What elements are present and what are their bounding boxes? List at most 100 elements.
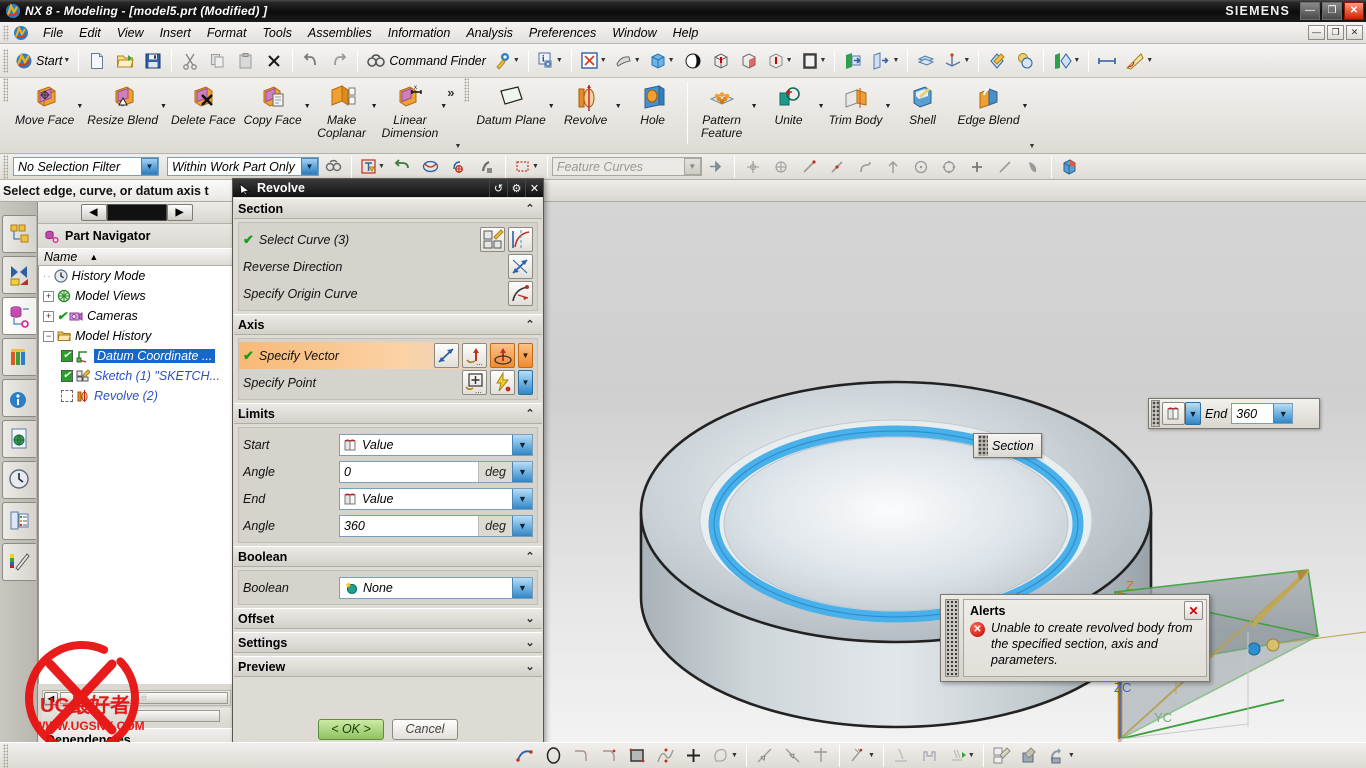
vector-constructor-icon[interactable] xyxy=(490,343,515,368)
chevron-down-icon[interactable]: ⌄ xyxy=(522,660,538,673)
chevron-down-icon[interactable]: ▼ xyxy=(512,577,532,598)
tree-column-header[interactable]: Name ▲ xyxy=(38,248,235,266)
expander-minus-icon[interactable]: − xyxy=(43,330,54,342)
nav-prev-button[interactable]: ◀ xyxy=(80,204,107,221)
chevron-down-icon-2[interactable]: ▼ xyxy=(513,57,520,64)
cancel-button[interactable]: Cancel xyxy=(392,718,458,740)
point-button[interactable] xyxy=(680,743,706,768)
chevron-down-icon[interactable]: ▼ xyxy=(968,752,975,759)
sidebar-item-web-browser[interactable] xyxy=(2,420,36,458)
chevron-down-icon-11[interactable]: ▼ xyxy=(1073,57,1080,64)
ribbon-resize-blend[interactable]: Resize Blend xyxy=(83,81,162,127)
chevron-down-icon[interactable]: ▼ xyxy=(512,488,532,509)
tree-item-revolve[interactable]: Revolve (2) xyxy=(39,386,235,406)
group-header-preview[interactable]: Preview ⌄ xyxy=(234,656,542,677)
vector-dropdown-icon[interactable]: ▼ xyxy=(518,343,533,368)
chevron-up-icon[interactable]: ⌃ xyxy=(522,202,538,215)
pattern-feature-dropdown[interactable]: ▼ xyxy=(751,103,758,110)
trim-body-dropdown[interactable]: ▼ xyxy=(885,103,892,110)
alerts-close-button[interactable]: ✕ xyxy=(1184,601,1203,620)
spinner-down-icon[interactable]: ▼ xyxy=(512,461,532,482)
rectangle-button[interactable] xyxy=(624,743,650,768)
expander-plus-icon[interactable]: + xyxy=(43,310,54,322)
group-header-boolean[interactable]: Boolean ⌃ xyxy=(234,546,542,567)
nav-next-button[interactable]: ▶ xyxy=(166,204,193,221)
cut-button[interactable] xyxy=(177,48,203,74)
sketch-style-button[interactable] xyxy=(989,743,1015,768)
unite-dropdown[interactable]: ▼ xyxy=(818,103,825,110)
constraints-button[interactable]: ▼ xyxy=(845,743,878,768)
ribbon-expand-icon-2[interactable]: ▼ xyxy=(1028,143,1035,150)
tree-item-cameras[interactable]: + ✔ Cameras xyxy=(39,306,235,326)
feature-checkbox[interactable]: ✔ xyxy=(61,350,73,362)
command-finder-button[interactable]: Command Finder xyxy=(363,48,489,74)
menu-view[interactable]: View xyxy=(109,24,152,42)
scroll-left-button[interactable]: ◀ xyxy=(44,691,58,705)
ribbon-make-coplanar[interactable]: Make Coplanar xyxy=(311,81,373,140)
wireframe-button[interactable] xyxy=(708,48,734,74)
profile-button[interactable] xyxy=(512,743,538,768)
open-file-button[interactable] xyxy=(112,48,138,74)
sort-ascending-icon[interactable]: ▲ xyxy=(89,252,98,262)
chevron-up-icon[interactable]: ⌃ xyxy=(522,407,538,420)
circle-button[interactable] xyxy=(540,743,566,768)
chevron-down-icon-3[interactable]: ▼ xyxy=(556,57,563,64)
chevron-down-icon[interactable]: ▼ xyxy=(301,158,318,175)
move-face-dropdown[interactable]: ▼ xyxy=(76,103,83,110)
tree-horizontal-scrollbar[interactable]: ◀ ⦙⦙⦙ xyxy=(42,690,231,706)
point-dropdown-icon[interactable]: ▼ xyxy=(518,370,533,395)
chevron-down-icon[interactable]: ▼ xyxy=(512,434,532,455)
true-shading-button[interactable]: ▼ xyxy=(1049,48,1083,74)
chevron-down-icon-5[interactable]: ▼ xyxy=(634,57,641,64)
chevron-down-icon-7[interactable]: ▼ xyxy=(786,57,793,64)
start-type-combo[interactable]: Value ▼ xyxy=(339,433,533,456)
ribbon-delete-face[interactable]: Delete Face xyxy=(167,81,240,127)
part-navigator-tree[interactable]: ·· History Mode + Model Views + ✔ Camera… xyxy=(38,266,235,684)
offset-curve-button[interactable]: ▼ xyxy=(708,743,741,768)
ribbon-linear-dimension[interactable]: x Linear Dimension xyxy=(378,81,443,140)
menu-edit[interactable]: Edit xyxy=(71,24,109,42)
minimize-button[interactable]: — xyxy=(1300,2,1320,20)
scroll-thumb-2[interactable] xyxy=(132,710,220,722)
feature-checkbox[interactable]: ✔ xyxy=(61,370,73,382)
menu-format[interactable]: Format xyxy=(199,24,255,42)
chevron-down-icon[interactable]: ▼ xyxy=(1068,752,1075,759)
background-button[interactable]: ▼ xyxy=(798,48,830,74)
reverse-direction-row[interactable]: Reverse Direction xyxy=(243,253,533,280)
close-button[interactable]: ✕ xyxy=(1344,2,1364,20)
sidebar-item-assembly-navigator[interactable] xyxy=(2,215,36,253)
snap-point-on-curve-button[interactable] xyxy=(964,154,990,180)
shaded-button[interactable] xyxy=(680,48,706,74)
end-angle-row[interactable]: Angle 360 deg ▼ xyxy=(243,512,533,539)
new-file-button[interactable] xyxy=(84,48,110,74)
dialog-close-button[interactable]: ✕ xyxy=(525,179,543,197)
quick-extend-button[interactable] xyxy=(780,743,806,768)
chevron-down-icon[interactable]: ▼ xyxy=(63,57,70,64)
mdi-minimize-button[interactable]: — xyxy=(1308,25,1325,40)
chevron-down-icon[interactable]: ▼ xyxy=(868,752,875,759)
resize-blend-dropdown[interactable]: ▼ xyxy=(160,103,167,110)
perpendicular-button[interactable] xyxy=(889,743,915,768)
animate-dimension-button[interactable]: ▼ xyxy=(945,743,978,768)
specify-origin-curve-row[interactable]: Specify Origin Curve xyxy=(243,280,533,307)
copy-button[interactable] xyxy=(205,48,231,74)
apply-curve-rule-button[interactable] xyxy=(703,154,729,180)
select-curve-row[interactable]: ✔ Select Curve (3) xyxy=(243,226,533,253)
display-sketch-button[interactable] xyxy=(1017,743,1043,768)
origin-curve-icon[interactable] xyxy=(508,281,533,306)
chevron-up-icon[interactable]: ⌃ xyxy=(522,318,538,331)
finish-sketch-button[interactable]: ▼ xyxy=(1045,743,1078,768)
sidebar-item-hd3d-tools[interactable] xyxy=(2,379,36,417)
inferred-point-icon[interactable] xyxy=(490,370,515,395)
selection-grip[interactable] xyxy=(3,154,8,179)
studio-spline-button[interactable] xyxy=(652,743,678,768)
start-type-row[interactable]: Start Value ▼ xyxy=(243,431,533,458)
quick-trim-button[interactable] xyxy=(752,743,778,768)
selection-filter-combo[interactable]: No Selection Filter ▼ xyxy=(13,157,159,176)
snap-arc-center-button[interactable] xyxy=(908,154,934,180)
end-type-combo[interactable]: Value ▼ xyxy=(339,487,533,510)
spinner-down-icon[interactable]: ▼ xyxy=(1273,404,1293,423)
snap-center-button[interactable] xyxy=(768,154,794,180)
save-button[interactable] xyxy=(140,48,166,74)
ribbon-overflow-icon[interactable]: » xyxy=(447,85,454,100)
